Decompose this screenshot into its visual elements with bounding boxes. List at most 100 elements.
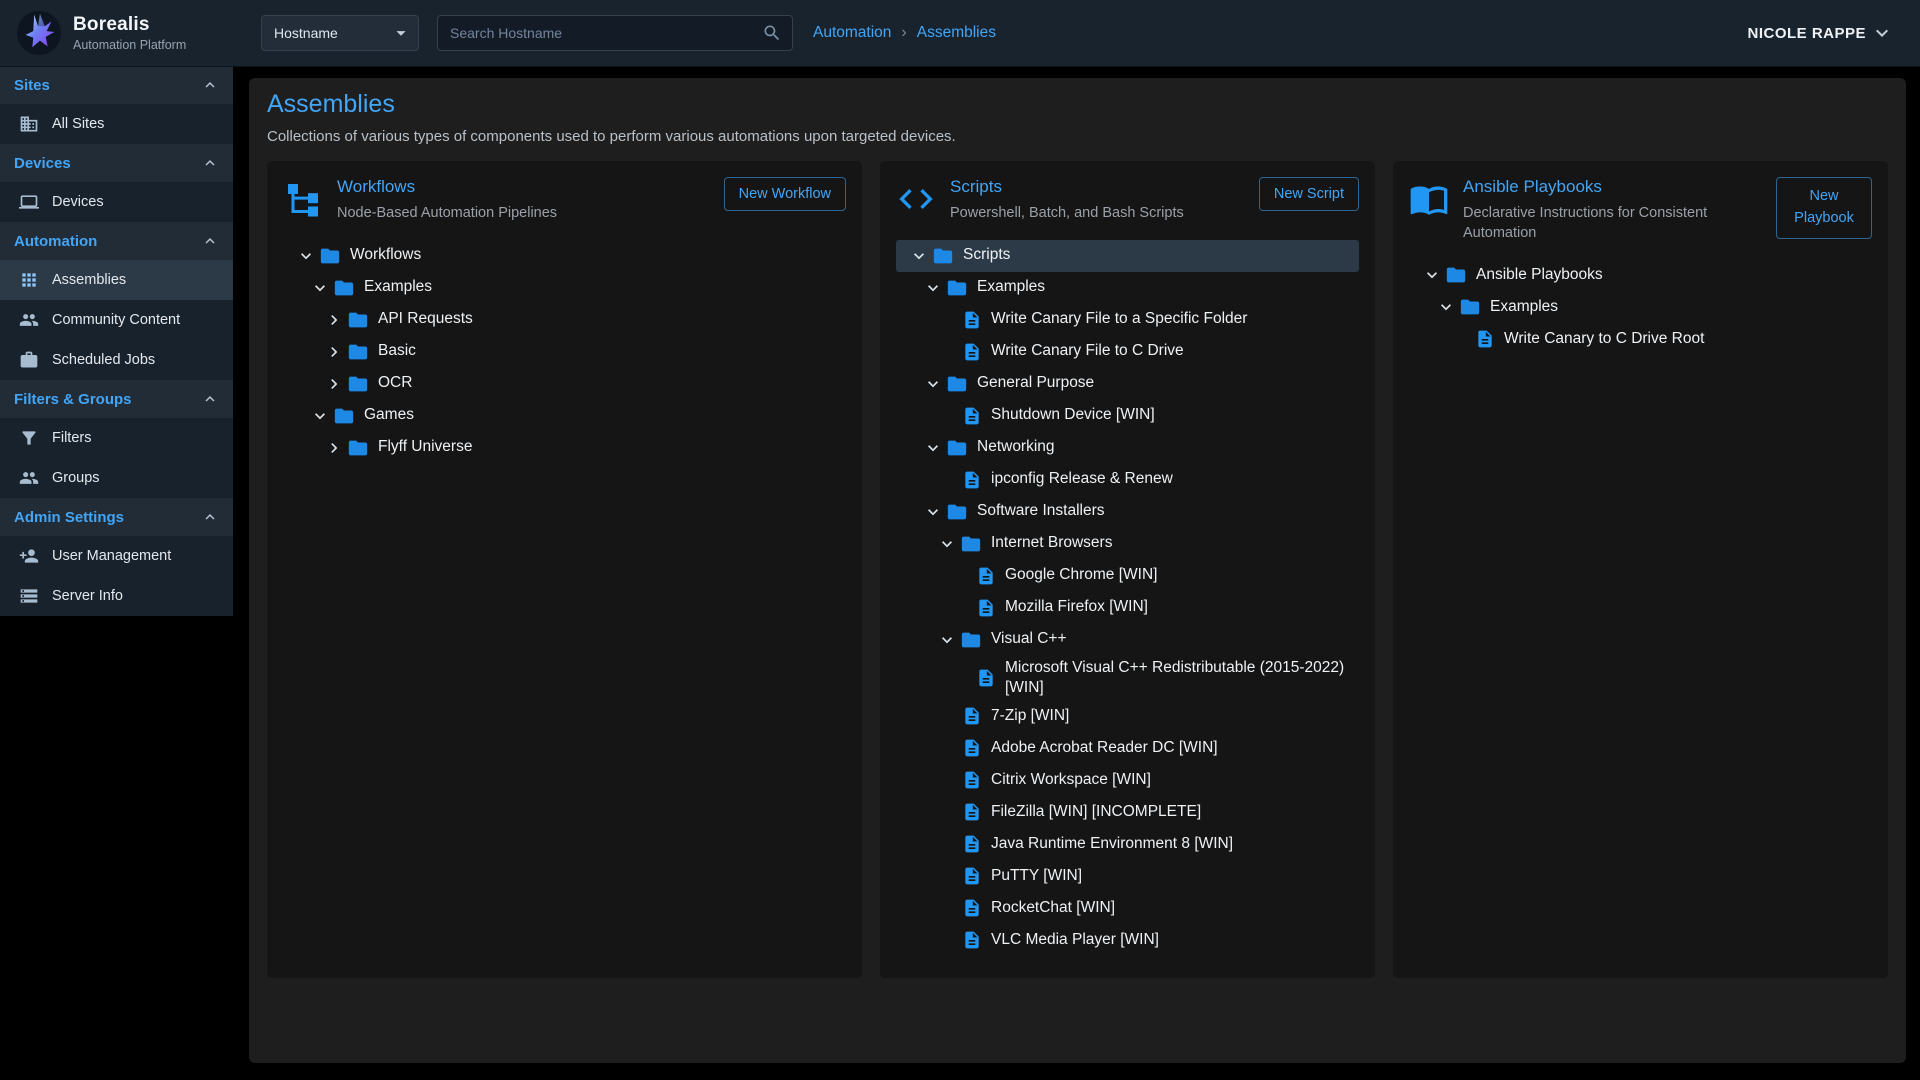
tree-folder-games[interactable]: Games	[283, 400, 846, 432]
new-script-button[interactable]: New Script	[1259, 177, 1359, 211]
sidebar-item-label: Assemblies	[52, 272, 126, 288]
folder-icon	[347, 437, 369, 459]
chevron-down-icon	[920, 502, 946, 522]
tree-file-citrix-workspace-win[interactable]: Citrix Workspace [WIN]	[896, 764, 1359, 796]
file-icon	[1475, 329, 1495, 349]
breadcrumb-automation[interactable]: Automation	[813, 24, 891, 42]
sidebar-section-admin-settings[interactable]: Admin Settings	[0, 498, 233, 536]
sidebar-item-devices[interactable]: Devices	[0, 182, 233, 222]
tree-folder-examples[interactable]: Examples	[283, 272, 846, 304]
assemblies-page: Assemblies Collections of various types …	[249, 78, 1906, 1063]
sidebar-item-all-sites[interactable]: All Sites	[0, 104, 233, 144]
sidebar-item-label: Scheduled Jobs	[52, 352, 155, 368]
new-workflow-button[interactable]: New Workflow	[724, 177, 846, 211]
sidebar-item-scheduled-jobs[interactable]: Scheduled Jobs	[0, 340, 233, 380]
tree-file-microsoft-visual-c-redistributable-2015-2022-win[interactable]: Microsoft Visual C++ Redistributable (20…	[896, 656, 1359, 700]
tree-file-7-zip-win[interactable]: 7-Zip [WIN]	[896, 700, 1359, 732]
tree-folder-api-requests[interactable]: API Requests	[283, 304, 846, 336]
hostname-dropdown[interactable]: Hostname	[261, 15, 419, 51]
tree-label: OCR	[378, 373, 412, 393]
tree-folder-basic[interactable]: Basic	[283, 336, 846, 368]
tree-label: Software Installers	[977, 501, 1105, 521]
tree-folder-ocr[interactable]: OCR	[283, 368, 846, 400]
file-icon	[976, 566, 996, 586]
tree-label: Basic	[378, 341, 416, 361]
tree-label: Adobe Acrobat Reader DC [WIN]	[991, 738, 1218, 758]
brand[interactable]: Borealis Automation Platform	[16, 10, 233, 56]
folder-icon	[347, 373, 369, 395]
sidebar-section-filters-groups[interactable]: Filters & Groups	[0, 380, 233, 418]
playbooks-panel-header: Ansible Playbooks Declarative Instructio…	[1409, 177, 1872, 243]
breadcrumb-assemblies[interactable]: Assemblies	[917, 24, 996, 42]
tree-file-write-canary-file-to-a-specific-folder[interactable]: Write Canary File to a Specific Folder	[896, 304, 1359, 336]
sidebar-item-server-info[interactable]: Server Info	[0, 576, 233, 616]
tree-folder-software-installers[interactable]: Software Installers	[896, 496, 1359, 528]
tree-file-vlc-media-player-win[interactable]: VLC Media Player [WIN]	[896, 924, 1359, 956]
hostname-dropdown-value: Hostname	[274, 25, 338, 41]
tree-file-google-chrome-win[interactable]: Google Chrome [WIN]	[896, 560, 1359, 592]
search-input[interactable]	[450, 25, 762, 41]
folder-icon	[946, 501, 968, 523]
sidebar-item-assemblies[interactable]: Assemblies	[0, 260, 233, 300]
sidebar-item-label: Server Info	[52, 588, 123, 604]
tree-folder-visual-c[interactable]: Visual C++	[896, 624, 1359, 656]
indent-spacer	[948, 566, 974, 586]
tree-file-ipconfig-release-renew[interactable]: ipconfig Release & Renew	[896, 464, 1359, 496]
caret-down-icon	[390, 22, 412, 44]
book-icon	[1409, 179, 1449, 219]
tree-label: Flyff Universe	[378, 437, 472, 457]
server-info-icon	[19, 586, 39, 606]
sidebar-item-community-content[interactable]: Community Content	[0, 300, 233, 340]
chevron-up-icon	[201, 76, 219, 94]
app-root: Borealis Automation Platform Hostname Au…	[0, 0, 1920, 1080]
sidebar-section-sites[interactable]: Sites	[0, 66, 233, 104]
new-playbook-button[interactable]: New Playbook	[1776, 177, 1872, 239]
sidebar-section-label: Devices	[14, 155, 71, 172]
scripts-panel-title: Scripts	[950, 177, 1245, 197]
tree-folder-scripts[interactable]: Scripts	[896, 240, 1359, 272]
user-menu[interactable]: NICOLE RAPPE	[1747, 21, 1894, 45]
tree-folder-flyff-universe[interactable]: Flyff Universe	[283, 432, 846, 464]
tree-label: Microsoft Visual C++ Redistributable (20…	[1005, 658, 1359, 698]
tree-folder-workflows[interactable]: Workflows	[283, 240, 846, 272]
sidebar-item-user-management[interactable]: User Management	[0, 536, 233, 576]
tree-folder-examples[interactable]: Examples	[896, 272, 1359, 304]
tree-folder-internet-browsers[interactable]: Internet Browsers	[896, 528, 1359, 560]
tree-label: Write Canary to C Drive Root	[1504, 329, 1704, 349]
tree-file-filezilla-win-incomplete[interactable]: FileZilla [WIN] [INCOMPLETE]	[896, 796, 1359, 828]
tree-file-adobe-acrobat-reader-dc-win[interactable]: Adobe Acrobat Reader DC [WIN]	[896, 732, 1359, 764]
tree-label: Ansible Playbooks	[1476, 265, 1603, 285]
file-icon	[962, 706, 982, 726]
user-name: NICOLE RAPPE	[1747, 25, 1866, 42]
page-description: Collections of various types of componen…	[267, 128, 1888, 145]
tree-folder-networking[interactable]: Networking	[896, 432, 1359, 464]
tree-file-mozilla-firefox-win[interactable]: Mozilla Firefox [WIN]	[896, 592, 1359, 624]
file-icon	[962, 802, 982, 822]
chevron-down-icon	[1433, 297, 1459, 317]
sidebar-section-devices[interactable]: Devices	[0, 144, 233, 182]
file-icon	[962, 738, 982, 758]
hostname-search[interactable]	[437, 15, 793, 51]
tree-label: Visual C++	[991, 629, 1067, 649]
tree-file-write-canary-file-to-c-drive[interactable]: Write Canary File to C Drive	[896, 336, 1359, 368]
sidebar-item-label: Devices	[52, 194, 104, 210]
tree-file-rocketchat-win[interactable]: RocketChat [WIN]	[896, 892, 1359, 924]
tree-label: RocketChat [WIN]	[991, 898, 1115, 918]
workflows-panel-title: Workflows	[337, 177, 710, 197]
tree-folder-ansible-playbooks[interactable]: Ansible Playbooks	[1409, 259, 1872, 291]
sidebar-section-automation[interactable]: Automation	[0, 222, 233, 260]
tree-file-shutdown-device-win[interactable]: Shutdown Device [WIN]	[896, 400, 1359, 432]
chevron-down-icon	[307, 406, 333, 426]
tree-label: Google Chrome [WIN]	[1005, 565, 1157, 585]
tree-file-java-runtime-environment-8-win[interactable]: Java Runtime Environment 8 [WIN]	[896, 828, 1359, 860]
tree-label: API Requests	[378, 309, 473, 329]
sidebar-item-filters[interactable]: Filters	[0, 418, 233, 458]
tree-label: VLC Media Player [WIN]	[991, 930, 1159, 950]
folder-icon	[946, 373, 968, 395]
tree-folder-general-purpose[interactable]: General Purpose	[896, 368, 1359, 400]
tree-folder-examples[interactable]: Examples	[1409, 291, 1872, 323]
tree-file-putty-win[interactable]: PuTTY [WIN]	[896, 860, 1359, 892]
chevron-down-icon	[920, 438, 946, 458]
sidebar-item-groups[interactable]: Groups	[0, 458, 233, 498]
tree-file-write-canary-to-c-drive-root[interactable]: Write Canary to C Drive Root	[1409, 323, 1872, 355]
